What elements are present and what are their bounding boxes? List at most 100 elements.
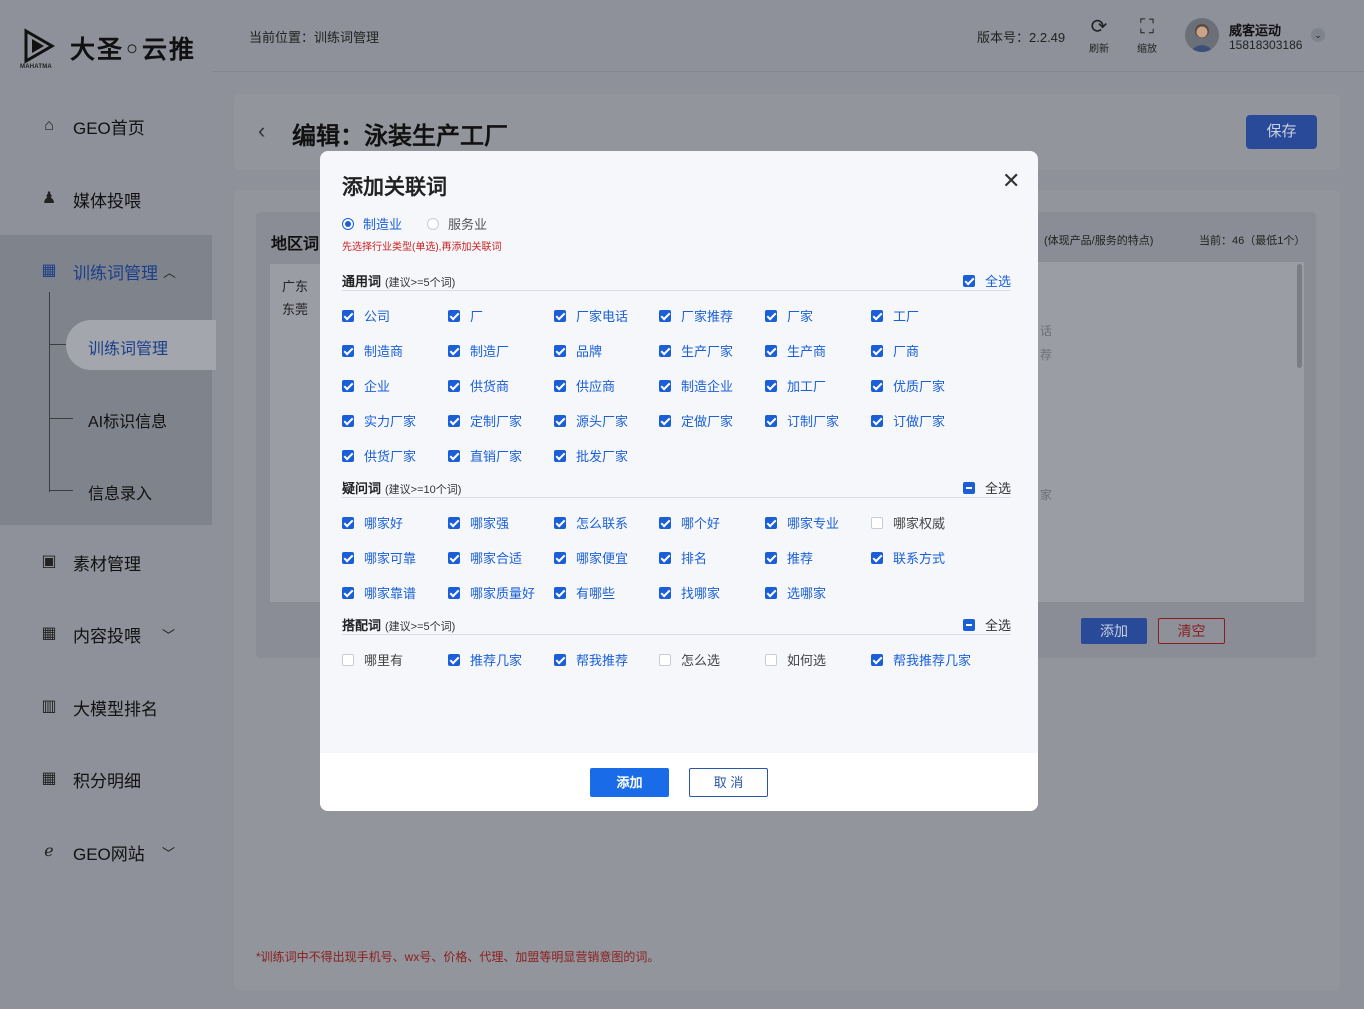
word-checkbox[interactable]: 厂商 — [871, 341, 919, 360]
word-checkbox[interactable]: 制造厂 — [448, 341, 509, 360]
word-checkbox[interactable]: 厂 — [448, 306, 483, 325]
word-label: 哪家权威 — [893, 516, 946, 531]
ghost-text: 话 — [1040, 324, 1053, 338]
word-checkbox[interactable]: 如何选 — [765, 650, 826, 669]
radio-service[interactable]: 服务业 — [427, 214, 487, 233]
checkbox-box — [765, 414, 777, 427]
word-checkbox[interactable]: 厂家 — [765, 306, 813, 325]
dialog-footer: 添加 取 消 — [320, 753, 1038, 811]
sidebar-item-geo-site[interactable]: ℯ GEO网站 ﹀ — [0, 832, 212, 872]
word-checkbox[interactable]: 排名 — [659, 548, 707, 567]
radio-manufacturing[interactable]: 制造业 — [342, 214, 402, 233]
word-label: 加工厂 — [787, 379, 827, 394]
logo-play-icon: MAHATMA — [20, 28, 56, 70]
word-checkbox[interactable]: 生产商 — [765, 341, 826, 360]
word-checkbox[interactable]: 哪家便宜 — [554, 548, 628, 567]
word-checkbox[interactable]: 优质厂家 — [871, 376, 945, 395]
region-item[interactable]: 广东 — [282, 276, 308, 295]
word-checkbox[interactable]: 加工厂 — [765, 376, 826, 395]
word-checkbox[interactable]: 联系方式 — [871, 548, 945, 567]
word-label: 生产商 — [787, 344, 827, 359]
word-checkbox[interactable]: 生产厂家 — [659, 341, 733, 360]
word-label: 哪家靠谱 — [364, 586, 417, 601]
save-button[interactable]: 保存 — [1246, 115, 1317, 149]
word-checkbox[interactable]: 源头厂家 — [554, 411, 628, 430]
sidebar-item-points[interactable]: ▦ 积分明细 — [0, 759, 212, 799]
clear-button[interactable]: 清空 — [1158, 618, 1225, 644]
scrollbar[interactable] — [1297, 264, 1302, 368]
word-checkbox[interactable]: 推荐 — [765, 548, 813, 567]
confirm-add-button[interactable]: 添加 — [590, 768, 669, 797]
word-checkbox[interactable]: 定做厂家 — [659, 411, 733, 430]
region-item[interactable]: 东莞 — [282, 299, 308, 318]
word-checkbox[interactable]: 订做厂家 — [871, 411, 945, 430]
submenu-item-training-words[interactable]: 训练词管理 — [88, 335, 168, 359]
checkbox-box — [659, 551, 671, 564]
checkbox-box — [871, 414, 883, 427]
word-checkbox[interactable]: 帮我推荐几家 — [871, 650, 971, 669]
word-checkbox[interactable]: 选哪家 — [765, 583, 826, 602]
submenu-item-ai-info[interactable]: AI标识信息 — [88, 408, 167, 432]
word-checkbox[interactable]: 供货商 — [448, 376, 509, 395]
checkbox-box — [554, 379, 566, 392]
word-checkbox[interactable]: 制造企业 — [659, 376, 733, 395]
close-icon[interactable]: ✕ — [1002, 170, 1020, 192]
add-button[interactable]: 添加 — [1081, 618, 1147, 644]
back-arrow-icon[interactable]: ‹ — [258, 118, 265, 144]
word-checkbox[interactable]: 哪家强 — [448, 513, 509, 532]
sidebar-item-content-feed[interactable]: ▦ 内容投喂 ﹀ — [0, 614, 212, 654]
word-checkbox[interactable]: 实力厂家 — [342, 411, 416, 430]
word-checkbox[interactable]: 厂家电话 — [554, 306, 628, 325]
word-checkbox[interactable]: 批发厂家 — [554, 446, 628, 465]
sidebar-item-media-feed[interactable]: ♟ 媒体投喂 — [0, 179, 212, 219]
word-checkbox[interactable]: 怎么联系 — [554, 513, 628, 532]
word-checkbox[interactable]: 哪家靠谱 — [342, 583, 416, 602]
select-all-checkbox[interactable]: 全选 — [962, 478, 1011, 497]
word-checkbox[interactable]: 供应商 — [554, 376, 615, 395]
user-menu-caret-icon[interactable]: ⌄ — [1311, 28, 1325, 42]
word-checkbox[interactable]: 哪家专业 — [765, 513, 839, 532]
user-name: 威客运动 — [1229, 23, 1282, 38]
feature-hint: (体现产品/服务的特点) — [1044, 235, 1154, 247]
cancel-button[interactable]: 取 消 — [689, 768, 768, 797]
word-label: 哪家合适 — [470, 551, 523, 566]
checkbox-box — [871, 516, 883, 529]
word-checkbox[interactable]: 制造商 — [342, 341, 403, 360]
sidebar-item-materials[interactable]: ▣ 素材管理 — [0, 542, 212, 582]
sidebar-item-model-ranking[interactable]: ▥ 大模型排名 — [0, 687, 212, 727]
word-checkbox[interactable]: 企业 — [342, 376, 390, 395]
word-checkbox[interactable]: 怎么选 — [659, 650, 720, 669]
sidebar-item-training-words[interactable]: ▦ 训练词管理 ︿ — [0, 251, 212, 291]
word-checkbox[interactable]: 哪里有 — [342, 650, 403, 669]
word-checkbox[interactable]: 品牌 — [554, 341, 602, 360]
word-label: 厂 — [470, 309, 484, 324]
sidebar-item-geo-home[interactable]: ⌂ GEO首页 — [0, 106, 212, 146]
word-checkbox[interactable]: 有哪些 — [554, 583, 615, 602]
word-checkbox[interactable]: 订制厂家 — [765, 411, 839, 430]
word-checkbox[interactable]: 哪家可靠 — [342, 548, 416, 567]
word-checkbox[interactable]: 推荐几家 — [448, 650, 522, 669]
word-checkbox[interactable]: 哪个好 — [659, 513, 720, 532]
word-label: 订制厂家 — [787, 414, 840, 429]
word-checkbox[interactable]: 哪家好 — [342, 513, 403, 532]
word-checkbox[interactable]: 厂家推荐 — [659, 306, 733, 325]
word-checkbox[interactable]: 帮我推荐 — [554, 650, 628, 669]
word-label: 公司 — [364, 309, 391, 324]
submenu-item-info-entry[interactable]: 信息录入 — [88, 480, 152, 504]
refresh-button[interactable]: ⟳ 刷新 — [1081, 16, 1117, 55]
checkbox-box — [448, 344, 460, 357]
select-all-checkbox[interactable]: 全选 — [962, 271, 1011, 290]
select-all-checkbox[interactable]: 全选 — [962, 615, 1011, 634]
word-checkbox[interactable]: 工厂 — [871, 306, 919, 325]
avatar[interactable] — [1185, 18, 1219, 52]
word-label: 找哪家 — [681, 586, 721, 601]
zoom-button[interactable]: ⛶ 缩放 — [1129, 16, 1165, 55]
word-checkbox[interactable]: 哪家合适 — [448, 548, 522, 567]
word-checkbox[interactable]: 哪家权威 — [871, 513, 945, 532]
word-checkbox[interactable]: 公司 — [342, 306, 390, 325]
word-checkbox[interactable]: 供货厂家 — [342, 446, 416, 465]
word-checkbox[interactable]: 直销厂家 — [448, 446, 522, 465]
word-checkbox[interactable]: 找哪家 — [659, 583, 720, 602]
word-checkbox[interactable]: 定制厂家 — [448, 411, 522, 430]
word-checkbox[interactable]: 哪家质量好 — [448, 583, 535, 602]
